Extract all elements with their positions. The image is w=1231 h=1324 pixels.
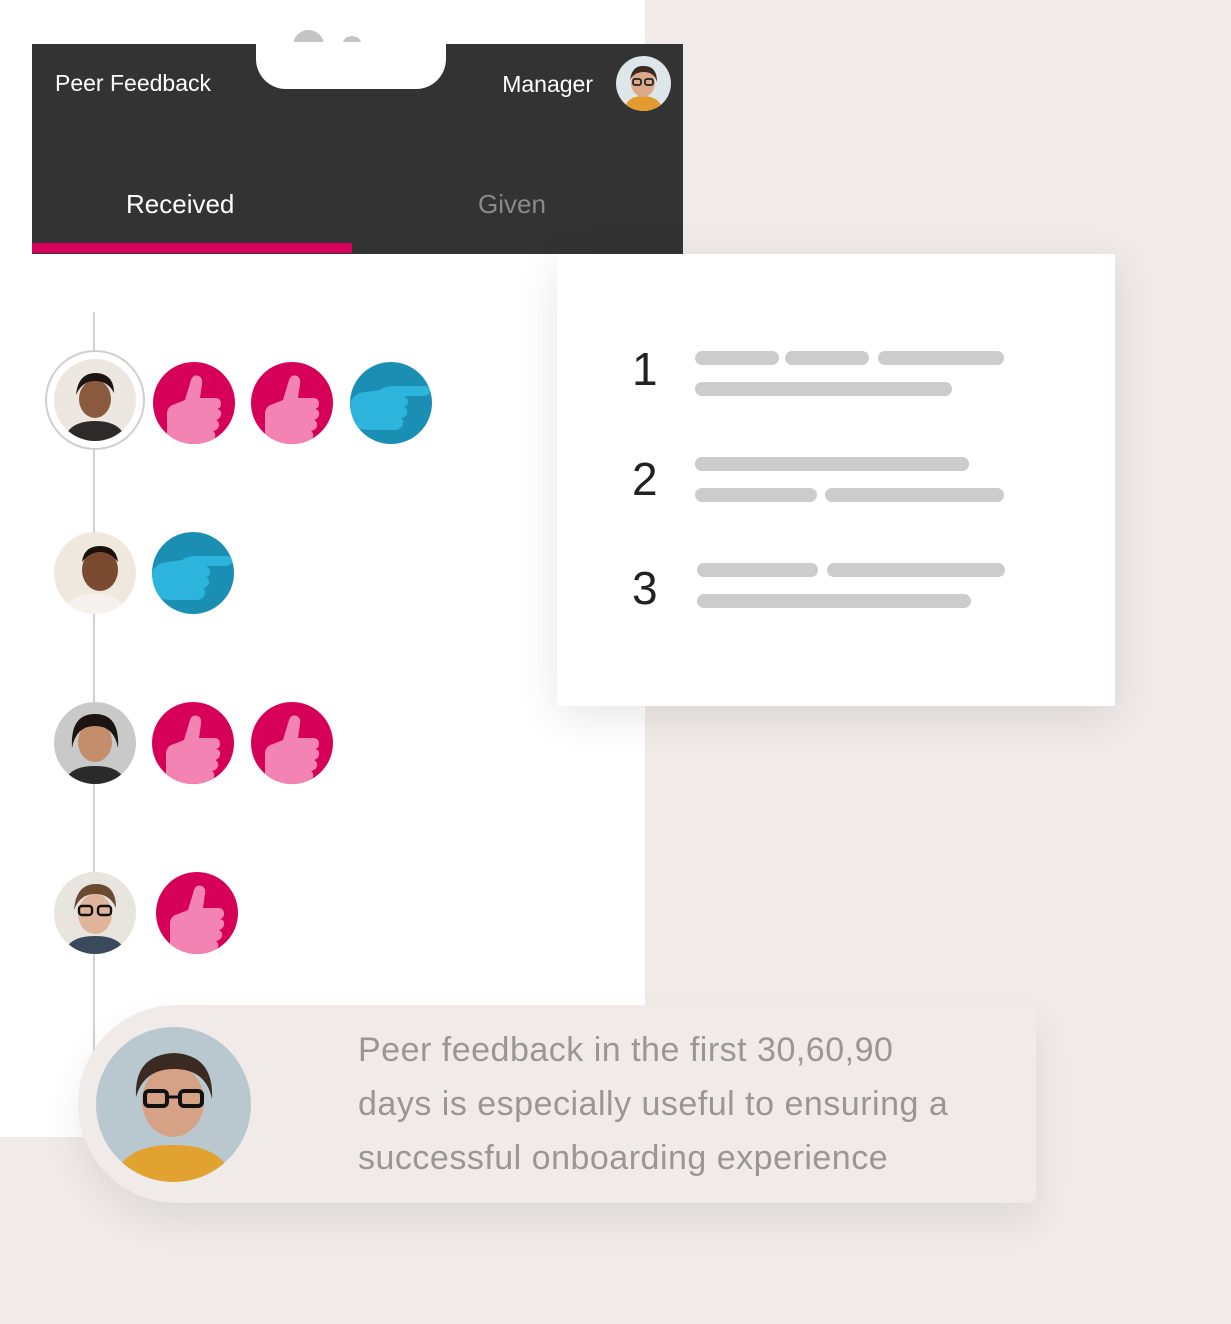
quote-text: Peer feedback in the first 30,60,90 days… [358,1023,1018,1185]
quote-line: successful onboarding experience [358,1139,889,1177]
text-placeholder [695,382,952,396]
text-placeholder [825,488,1004,502]
text-placeholder [785,351,869,365]
pointing-hand-icon [152,556,232,600]
text-placeholder [878,351,1004,365]
kudos-badge[interactable] [153,362,235,444]
text-placeholder [695,351,779,365]
text-placeholder [695,488,817,502]
kudos-badge[interactable] [156,872,238,954]
kudos-badge[interactable] [251,362,333,444]
list-number: 1 [632,343,658,395]
avatar[interactable] [54,532,136,614]
thumbs-up-icon [170,885,225,954]
direction-badge[interactable] [152,532,234,614]
feedback-detail-popover: 1 2 3 [557,254,1115,706]
avatar[interactable] [54,359,136,441]
kudos-badge[interactable] [251,702,333,784]
list-number: 3 [632,562,658,614]
text-placeholder [695,457,969,471]
list-number: 2 [632,453,658,505]
manager-label: Manager [502,71,593,97]
quote-line: days is especially useful to ensuring a [358,1085,949,1123]
avatar[interactable] [54,872,136,954]
active-tab-indicator [32,243,352,253]
app-header: Peer Feedback Manager Received Given [32,42,683,254]
manager-avatar[interactable] [616,56,671,111]
tab-received[interactable]: Received [126,189,234,220]
quote-line: Peer feedback in the first 30,60,90 [358,1031,894,1069]
thumbs-up-icon [265,715,320,784]
notch [256,42,446,89]
text-placeholder [827,563,1005,577]
page-title: Peer Feedback [55,70,211,96]
avatar[interactable] [54,702,136,784]
kudos-badge[interactable] [152,702,234,784]
tab-given[interactable]: Given [478,189,546,220]
quote-avatar [96,1027,251,1182]
thumbs-up-icon [265,375,320,444]
direction-badge[interactable] [350,362,432,444]
thumbs-up-icon [166,715,221,784]
pointing-hand-icon [350,386,430,430]
popover-arrow [522,362,558,432]
text-placeholder [697,594,971,608]
text-placeholder [697,563,818,577]
thumbs-up-icon [167,375,222,444]
